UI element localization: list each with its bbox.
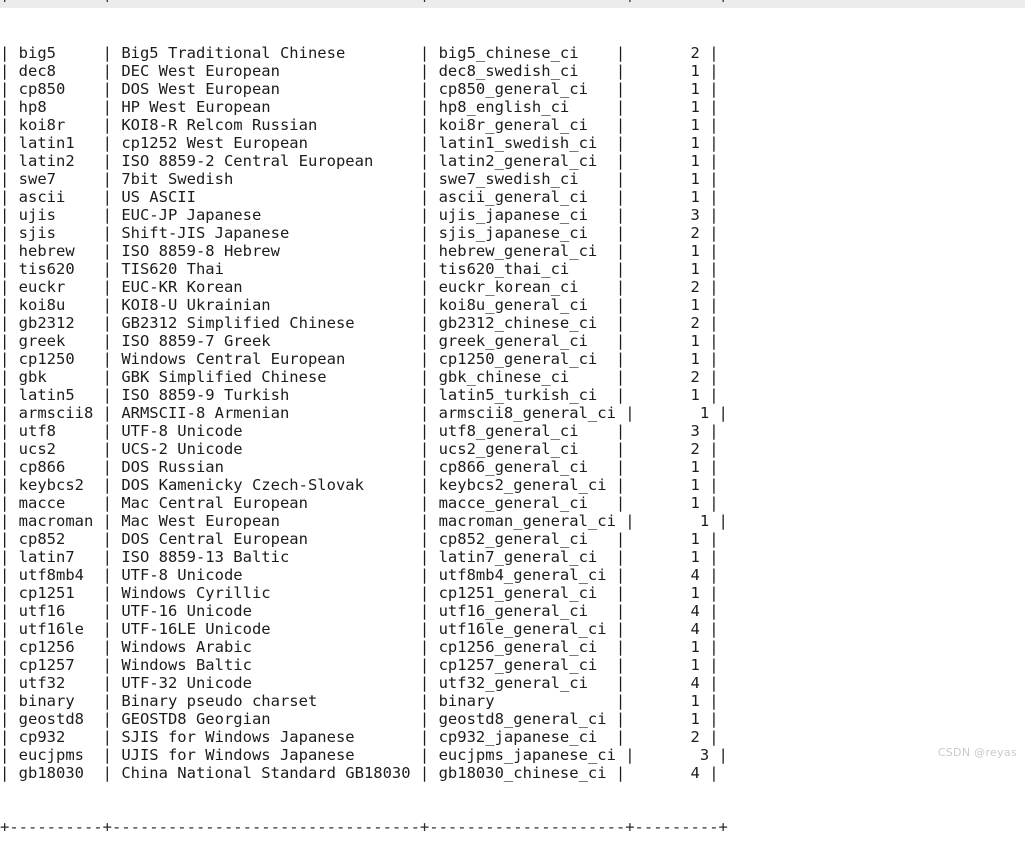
table-row: | latin1 | cp1252 West European | latin1… (0, 134, 1025, 152)
table-row: | utf32 | UTF-32 Unicode | utf32_general… (0, 674, 1025, 692)
table-row: | latin7 | ISO 8859-13 Baltic | latin7_g… (0, 548, 1025, 566)
table-row: | euckr | EUC-KR Korean | euckr_korean_c… (0, 278, 1025, 296)
character-set-table: | big5 | Big5 Traditional Chinese | big5… (0, 44, 1025, 782)
table-row: | cp1251 | Windows Cyrillic | cp1251_gen… (0, 584, 1025, 602)
table-row: | greek | ISO 8859-7 Greek | greek_gener… (0, 332, 1025, 350)
table-row: | dec8 | DEC West European | dec8_swedis… (0, 62, 1025, 80)
table-row: | gb18030 | China National Standard GB18… (0, 764, 1025, 782)
table-row: | cp932 | SJIS for Windows Japanese | cp… (0, 728, 1025, 746)
clipped-separator-text: +----------+----------------------------… (0, 0, 1025, 7)
table-row: | macce | Mac Central European | macce_g… (0, 494, 1025, 512)
table-row: | utf8 | UTF-8 Unicode | utf8_general_ci… (0, 422, 1025, 440)
table-row: | big5 | Big5 Traditional Chinese | big5… (0, 44, 1025, 62)
table-row: | macroman | Mac West European | macroma… (0, 512, 1025, 530)
table-row: | gb2312 | GB2312 Simplified Chinese | g… (0, 314, 1025, 332)
table-row: | koi8u | KOI8-U Ukrainian | koi8u_gener… (0, 296, 1025, 314)
table-row: | cp850 | DOS West European | cp850_gene… (0, 80, 1025, 98)
table-row: | hebrew | ISO 8859-8 Hebrew | hebrew_ge… (0, 242, 1025, 260)
table-row: | hp8 | HP West European | hp8_english_c… (0, 98, 1025, 116)
table-row: | cp1257 | Windows Baltic | cp1257_gener… (0, 656, 1025, 674)
table-row: | koi8r | KOI8-R Relcom Russian | koi8r_… (0, 116, 1025, 134)
table-row: | ujis | EUC-JP Japanese | ujis_japanese… (0, 206, 1025, 224)
table-row: | ucs2 | UCS-2 Unicode | ucs2_general_ci… (0, 440, 1025, 458)
table-row: | utf16le | UTF-16LE Unicode | utf16le_g… (0, 620, 1025, 638)
table-row: | binary | Binary pseudo charset | binar… (0, 692, 1025, 710)
table-row: | keybcs2 | DOS Kamenicky Czech-Slovak |… (0, 476, 1025, 494)
table-row: | cp866 | DOS Russian | cp866_general_ci… (0, 458, 1025, 476)
table-row: | cp852 | DOS Central European | cp852_g… (0, 530, 1025, 548)
table-row: | swe7 | 7bit Swedish | swe7_swedish_ci … (0, 170, 1025, 188)
clipped-top-separator-band: +----------+----------------------------… (0, 0, 1025, 8)
table-row: | cp1256 | Windows Arabic | cp1256_gener… (0, 638, 1025, 656)
table-row: | armscii8 | ARMSCII-8 Armenian | armsci… (0, 404, 1025, 422)
table-row: | cp1250 | Windows Central European | cp… (0, 350, 1025, 368)
table-row: | ascii | US ASCII | ascii_general_ci | … (0, 188, 1025, 206)
table-row: | tis620 | TIS620 Thai | tis620_thai_ci … (0, 260, 1025, 278)
table-row: | eucjpms | UJIS for Windows Japanese | … (0, 746, 1025, 764)
table-row: | sjis | Shift-JIS Japanese | sjis_japan… (0, 224, 1025, 242)
terminal-output[interactable]: | big5 | Big5 Traditional Chinese | big5… (0, 8, 1025, 765)
table-row: | geostd8 | GEOSTD8 Georgian | geostd8_g… (0, 710, 1025, 728)
table-bottom-separator: +----------+----------------------------… (0, 818, 1025, 836)
table-row: | gbk | GBK Simplified Chinese | gbk_chi… (0, 368, 1025, 386)
table-row: | latin5 | ISO 8859-9 Turkish | latin5_t… (0, 386, 1025, 404)
table-row: | utf16 | UTF-16 Unicode | utf16_general… (0, 602, 1025, 620)
table-row: | latin2 | ISO 8859-2 Central European |… (0, 152, 1025, 170)
watermark: CSDN @reyas (938, 746, 1017, 759)
table-row: | utf8mb4 | UTF-8 Unicode | utf8mb4_gene… (0, 566, 1025, 584)
